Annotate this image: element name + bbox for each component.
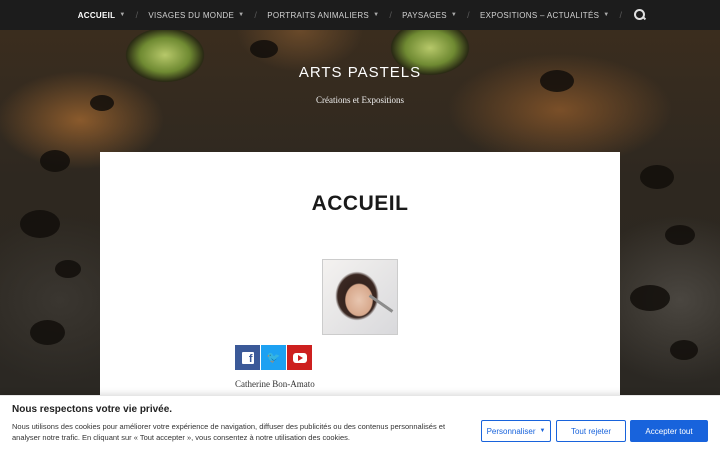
pencil-detail [368, 294, 394, 313]
social-links: f 🐦 [235, 345, 312, 370]
nav-item-label: VISAGES DU MONDE [148, 10, 235, 20]
nav-item-portraits-animaliers[interactable]: PORTRAITS ANIMALIERS ▼ [263, 11, 383, 20]
chevron-down-icon: ▼ [450, 12, 458, 18]
search-icon[interactable] [634, 9, 646, 21]
cookie-text: Nous utilisons des cookies pour améliore… [12, 422, 446, 442]
customize-button[interactable]: Personnaliser ▼ [481, 420, 551, 442]
nav-separator: / [135, 10, 139, 20]
nav-separator: / [254, 10, 258, 20]
nav-separator: / [467, 10, 470, 20]
main-navbar: ACCUEIL ▼ / VISAGES DU MONDE ▼ / PORTRAI… [0, 0, 720, 30]
page-title: ACCUEIL [311, 192, 409, 215]
twitter-button[interactable]: 🐦 [261, 345, 286, 370]
facebook-button[interactable]: f [235, 345, 260, 370]
nav-separator: / [389, 10, 393, 20]
nav-item-accueil[interactable]: ACCUEIL ▼ [74, 11, 130, 20]
accept-all-button[interactable]: Accepter tout [630, 420, 708, 442]
facebook-icon: f [241, 351, 254, 364]
youtube-button[interactable] [287, 345, 312, 370]
profile-photo [322, 259, 398, 335]
nav-separator: / [619, 10, 623, 20]
chevron-down-icon: ▼ [119, 12, 126, 18]
site-title[interactable]: ARTS PASTELS [0, 64, 720, 81]
chevron-down-icon: ▼ [539, 428, 546, 434]
author-name: Catherine Bon-Amato [235, 379, 315, 389]
site-description: Créations et Expositions [316, 95, 404, 105]
cookie-banner: Nous respectons votre vie privée. Nous u… [0, 395, 720, 450]
twitter-icon: 🐦 [266, 352, 281, 364]
nav-item-label: PAYSAGES [402, 10, 447, 20]
customize-label: Personnaliser [486, 426, 536, 436]
nav-item-paysages[interactable]: PAYSAGES ▼ [398, 11, 461, 20]
chevron-down-icon: ▼ [603, 12, 610, 18]
nav-item-visages-du-monde[interactable]: VISAGES DU MONDE ▼ [144, 11, 248, 20]
chevron-down-icon: ▼ [238, 12, 245, 18]
nav-item-label: EXPOSITIONS – ACTUALITÉS [479, 10, 600, 20]
chevron-down-icon: ▼ [373, 12, 380, 18]
reject-all-button[interactable]: Tout rejeter [556, 420, 626, 442]
nav-item-label: ACCUEIL [77, 10, 116, 20]
youtube-icon [292, 352, 307, 363]
nav-item-label: PORTRAITS ANIMALIERS [267, 10, 370, 20]
nav-item-expositions-actualites[interactable]: EXPOSITIONS – ACTUALITÉS ▼ [476, 11, 613, 20]
cookie-title: Nous respectons votre vie privée. [12, 404, 173, 415]
